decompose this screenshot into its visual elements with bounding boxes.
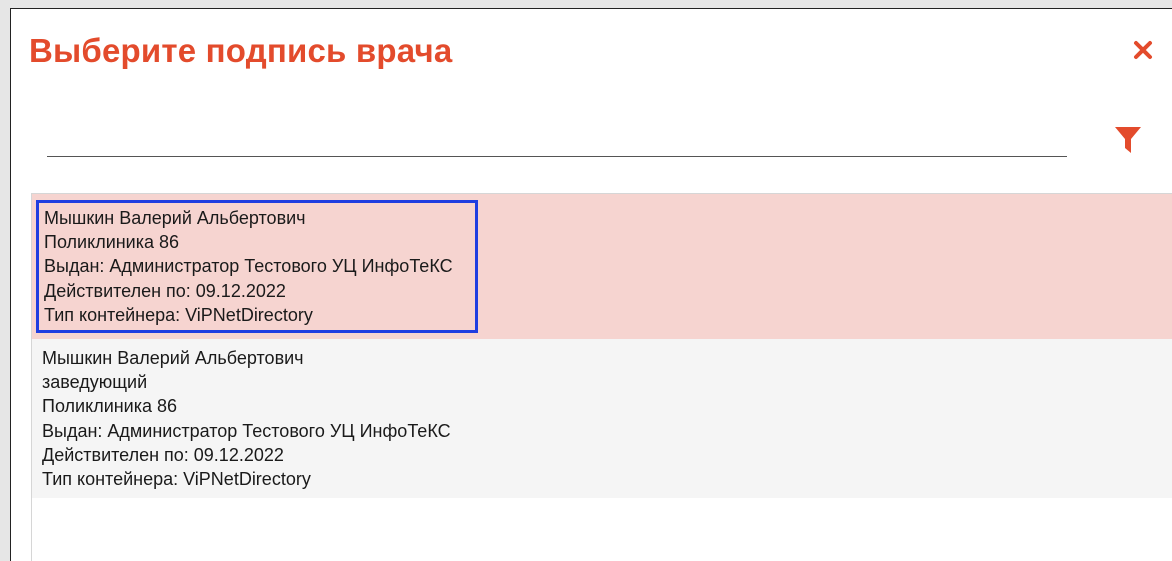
certificate-issuer: Выдан: Администратор Тестового УЦ ИнфоТе…: [42, 420, 451, 441]
filter-icon: [1115, 127, 1141, 153]
search-field: [47, 127, 1067, 157]
certificate-owner-name: Мышкин Валерий Альбертович: [42, 348, 304, 369]
certificate-container-type: Тип контейнера: ViPNetDirectory: [42, 469, 311, 490]
selection-focus-box: Мышкин Валерий Альбертович Поликлиника 8…: [36, 200, 478, 334]
filter-button[interactable]: [1112, 123, 1144, 157]
certificate-container-type: Тип контейнера: ViPNetDirectory: [44, 304, 313, 325]
close-button[interactable]: [1130, 37, 1156, 63]
close-icon: [1134, 41, 1152, 59]
certificate-item-selected[interactable]: Мышкин Валерий Альбертович Поликлиника 8…: [32, 194, 1172, 340]
signature-dialog: Выберите подпись врача Мышкин Валерий Ал…: [10, 8, 1172, 561]
dialog-title: Выберите подпись врача: [29, 32, 453, 69]
certificate-organization: Поликлиника 86: [42, 396, 178, 417]
certificate-list[interactable]: Мышкин Валерий Альбертович Поликлиника 8…: [31, 193, 1172, 561]
certificate-item[interactable]: Мышкин Валерий Альбертович заведующий По…: [32, 339, 1172, 499]
certificate-position: заведующий: [42, 372, 148, 393]
certificate-organization: Поликлиника 86: [44, 232, 180, 253]
search-input[interactable]: [47, 127, 1067, 157]
certificate-owner-name: Мышкин Валерий Альбертович: [44, 208, 306, 228]
certificate-valid-until: Действителен по: 09.12.2022: [44, 280, 286, 301]
certificate-issuer: Выдан: Администратор Тестового УЦ ИнфоТе…: [44, 256, 453, 277]
certificate-valid-until: Действителен по: 09.12.2022: [42, 444, 284, 465]
